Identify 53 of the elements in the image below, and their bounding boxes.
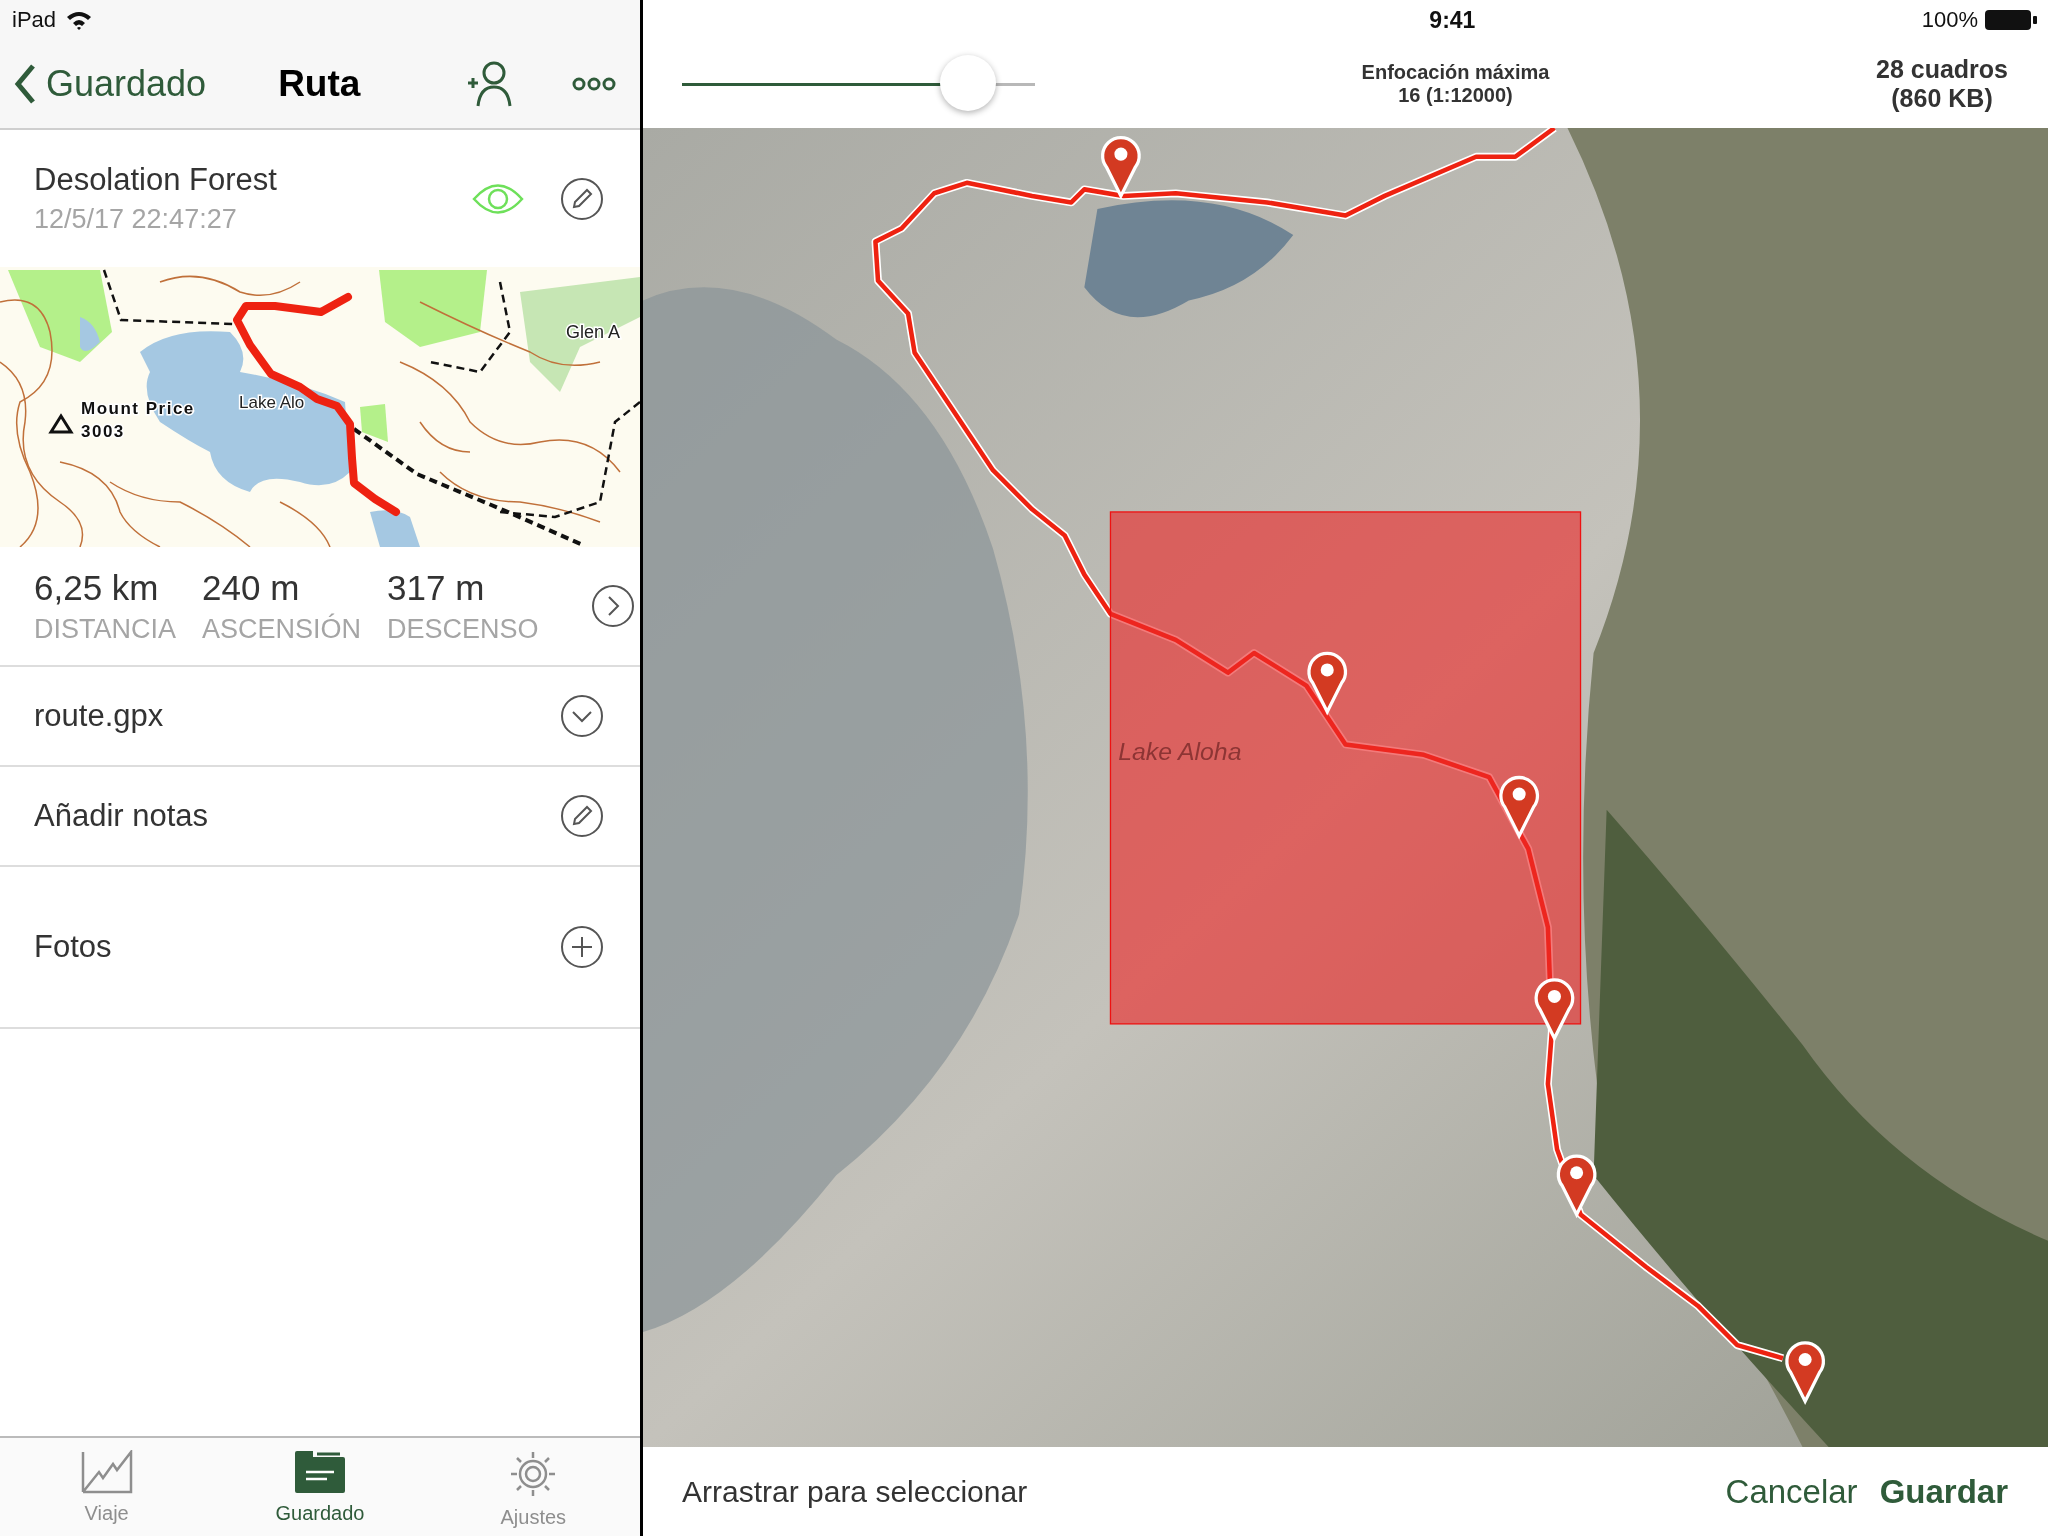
stat-label: ASCENSIÓN [202, 613, 362, 645]
folder-icon [294, 1450, 346, 1494]
map-label: Mount Price [81, 399, 195, 418]
peak-icon [48, 413, 74, 434]
plus-icon[interactable] [560, 925, 604, 969]
map-label: 3003 [81, 422, 125, 441]
stat-value: 317 m [387, 567, 486, 608]
map-pin[interactable] [1101, 136, 1141, 198]
map-pin[interactable] [1785, 1341, 1826, 1403]
more-button[interactable] [572, 76, 616, 92]
stat-label: DESCENSO [387, 613, 539, 645]
add-person-icon [466, 61, 514, 107]
stat-value: 6,25 km [34, 567, 160, 608]
more-icon [572, 76, 616, 92]
tab[interactable]: Guardado [213, 1438, 427, 1536]
map-pin[interactable] [1534, 978, 1575, 1040]
cancel-button[interactable]: Cancelar [1725, 1472, 1858, 1511]
stat-value: 240 m [202, 567, 301, 608]
tile-count: 28 cuadros [1876, 55, 2008, 84]
map-pin[interactable] [1499, 775, 1540, 838]
row-label[interactable]: Añadir notas [34, 798, 209, 834]
wifi-icon [66, 10, 93, 30]
add-person-button[interactable] [466, 61, 514, 107]
battery-icon [1984, 9, 2038, 31]
route-date: 12/5/17 22:47:27 [34, 204, 238, 235]
gear-icon [509, 1450, 558, 1498]
chart-icon [80, 1450, 133, 1494]
save-button[interactable]: Guardar [1879, 1472, 2008, 1511]
battery-percentage: 100% [1921, 7, 1978, 33]
map-label: Lake Alo [239, 393, 305, 412]
route-name: Desolation Forest [34, 162, 278, 198]
status-time: 9:41 [1429, 6, 1476, 34]
map-pin[interactable] [1307, 651, 1348, 714]
slider-thumb[interactable] [939, 54, 996, 111]
chevron-down-icon[interactable] [560, 694, 604, 738]
device-name: iPad [12, 7, 57, 33]
row-label[interactable]: route.gpx [34, 698, 164, 734]
map-label: Glen A [566, 322, 621, 342]
pencil-icon[interactable] [560, 176, 604, 221]
map-label: Lake Aloha [1118, 738, 1242, 766]
row-label[interactable]: Fotos [34, 929, 112, 965]
zoom-value: 16 (1:12000) [1398, 84, 1513, 107]
pencil-icon[interactable] [560, 794, 604, 838]
zoom-slider[interactable] [682, 55, 1035, 113]
map-pin[interactable] [1556, 1154, 1597, 1217]
nav-title: Ruta [278, 63, 362, 105]
zoom-title: Enfocación máxima [1361, 61, 1550, 84]
back-button[interactable]: Guardado [14, 63, 207, 105]
chevron-right-icon[interactable] [590, 584, 635, 628]
drag-hint: Arrastrar para seleccionar [682, 1474, 1028, 1509]
download-size: (860 KB) [1891, 84, 1993, 113]
chevron-left-icon [14, 64, 36, 104]
stat-label: DISTANCIA [34, 613, 176, 645]
